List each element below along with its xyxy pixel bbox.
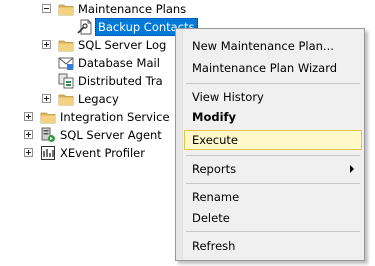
expand-toggle[interactable]: [24, 148, 33, 157]
tree-item-label: XEvent Profiler: [60, 146, 145, 160]
tree-item-label: Maintenance Plans: [78, 2, 187, 16]
menu-separator: [186, 83, 360, 84]
folder-icon: [58, 40, 74, 52]
expand-toggle[interactable]: [24, 112, 33, 121]
database-mail-icon: [58, 57, 74, 70]
folder-icon: [58, 94, 74, 106]
tree-item-sql-server-agent[interactable]: SQL Server Agent: [0, 126, 175, 144]
menu-item-new-maintenance-plan[interactable]: New Maintenance Plan...: [184, 36, 362, 56]
tree-item-label: Distributed Tra: [78, 74, 163, 88]
maintenance-plan-icon: [77, 19, 92, 35]
menu-item-modify[interactable]: Modify: [184, 107, 362, 127]
menu-item-execute[interactable]: Execute: [184, 130, 362, 150]
expand-toggle[interactable]: [24, 130, 33, 139]
tree-item-label: SQL Server Log: [78, 38, 167, 52]
expand-toggle[interactable]: [42, 40, 51, 49]
menu-item-maintenance-plan-wizard[interactable]: Maintenance Plan Wizard: [184, 58, 362, 78]
menu-item-refresh[interactable]: Refresh: [184, 236, 362, 256]
tree-item-maintenance-plans[interactable]: Maintenance Plans: [0, 0, 186, 18]
menu-item-reports[interactable]: Reports: [184, 159, 362, 179]
tree-item-label: Database Mail: [78, 56, 160, 70]
submenu-arrow-icon: [350, 165, 354, 173]
menu-separator: [186, 155, 360, 156]
xevent-profiler-icon: [41, 146, 55, 160]
collapse-toggle[interactable]: [42, 4, 51, 13]
tree-item-label: Legacy: [78, 92, 119, 106]
menu-item-delete[interactable]: Delete: [184, 208, 362, 228]
folder-icon: [58, 4, 74, 16]
tree-item-legacy[interactable]: Legacy: [0, 90, 175, 108]
object-explorer: Maintenance Plans Backup Contacts SQL Se…: [0, 0, 375, 266]
tree-item-xevent-profiler[interactable]: XEvent Profiler: [0, 144, 175, 162]
menu-separator: [186, 183, 360, 184]
menu-gutter: [176, 29, 183, 260]
menu-item-rename[interactable]: Rename: [184, 187, 362, 207]
tree-item-distributed-transaction[interactable]: Distributed Tra: [0, 72, 175, 90]
distributed-transaction-icon: [58, 73, 74, 89]
sql-server-agent-icon: [41, 127, 55, 142]
folder-icon: [40, 112, 56, 124]
tree-item-backup-contacts[interactable]: Backup Contacts: [0, 18, 200, 36]
menu-item-label: Reports: [192, 162, 237, 176]
tree-item-database-mail[interactable]: Database Mail: [0, 54, 175, 72]
tree-item-integration-services[interactable]: Integration Service: [0, 108, 175, 126]
tree-item-sql-server-logs[interactable]: SQL Server Log: [0, 36, 175, 54]
tree-item-label: SQL Server Agent: [60, 128, 162, 142]
expand-toggle[interactable]: [42, 94, 51, 103]
menu-separator: [186, 231, 360, 232]
tree-item-label: Integration Service: [60, 110, 170, 124]
menu-item-view-history[interactable]: View History: [184, 87, 362, 107]
context-menu: New Maintenance Plan... Maintenance Plan…: [175, 28, 365, 261]
